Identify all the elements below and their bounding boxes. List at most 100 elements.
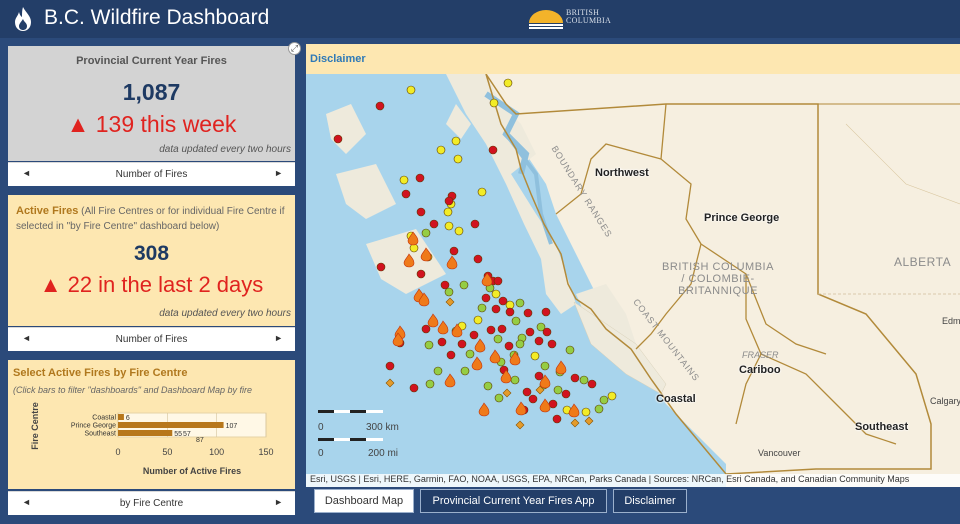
next-arrow-icon[interactable]: ► <box>274 333 283 343</box>
fire-marker[interactable] <box>511 316 521 326</box>
fire-marker[interactable] <box>470 219 480 229</box>
fire-marker[interactable] <box>409 383 419 393</box>
label-coastal: Coastal <box>656 393 696 405</box>
fire-marker[interactable] <box>415 173 425 183</box>
fire-marker[interactable] <box>542 327 552 337</box>
disclaimer-link[interactable]: Disclaimer <box>310 53 366 65</box>
fire-marker[interactable] <box>599 395 609 405</box>
fire-marker[interactable] <box>477 303 487 313</box>
fire-marker[interactable] <box>486 325 496 335</box>
fire-marker[interactable] <box>530 351 540 361</box>
fire-marker[interactable] <box>457 339 467 349</box>
fire-marker[interactable] <box>528 394 538 404</box>
fire-marker[interactable] <box>460 366 470 376</box>
fire-marker[interactable] <box>424 340 434 350</box>
fire-marker[interactable] <box>399 175 409 185</box>
fire-marker[interactable] <box>565 345 575 355</box>
fire-marker[interactable] <box>504 341 514 351</box>
map-header-bar: Disclaimer <box>306 44 960 74</box>
fire-marker[interactable] <box>503 78 513 88</box>
fire-marker[interactable] <box>515 339 525 349</box>
fire-marker[interactable] <box>607 391 617 401</box>
fire-marker[interactable] <box>547 339 557 349</box>
fire-marker[interactable] <box>561 389 571 399</box>
fire-marker[interactable] <box>493 276 503 286</box>
fire-marker[interactable] <box>449 246 459 256</box>
fire-marker[interactable] <box>515 298 525 308</box>
next-arrow-icon[interactable]: ► <box>274 168 283 178</box>
fire-marker[interactable] <box>494 393 504 403</box>
fire-marker[interactable] <box>579 375 589 385</box>
fire-marker[interactable] <box>488 145 498 155</box>
fire-marker[interactable] <box>548 399 558 409</box>
fire-marker[interactable] <box>425 379 435 389</box>
fire-marker[interactable] <box>477 187 487 197</box>
fire-marker[interactable] <box>587 379 597 389</box>
fire-marker[interactable] <box>540 361 550 371</box>
map-attribution[interactable]: Esri, USGS | Esri, HERE, Garmin, FAO, NO… <box>306 474 960 487</box>
fire-marker[interactable] <box>541 307 551 317</box>
fire-marker[interactable] <box>594 404 604 414</box>
fire-marker[interactable] <box>443 207 453 217</box>
fire-marker[interactable] <box>376 262 386 272</box>
fire-marker[interactable] <box>444 221 454 231</box>
fire-marker[interactable] <box>451 136 461 146</box>
fire-marker[interactable] <box>375 101 385 111</box>
fire-marker[interactable] <box>437 337 447 347</box>
fire-marker[interactable] <box>497 324 507 334</box>
fire-marker[interactable] <box>469 330 479 340</box>
fire-marker[interactable] <box>581 407 591 417</box>
fire-marker[interactable] <box>440 280 450 290</box>
fire-marker[interactable] <box>552 414 562 424</box>
fire-marker[interactable] <box>444 287 454 297</box>
provincial-fires-body: Provincial Current Year Fires 1,087 ▲ 13… <box>8 46 295 161</box>
fire-marker[interactable] <box>493 334 503 344</box>
fire-marker[interactable] <box>489 98 499 108</box>
fire-marker[interactable] <box>444 196 454 206</box>
fire-marker[interactable] <box>459 280 469 290</box>
fire-marker[interactable] <box>421 324 431 334</box>
fire-marker[interactable] <box>453 154 463 164</box>
fire-marker[interactable] <box>473 315 483 325</box>
fire-marker[interactable] <box>406 85 416 95</box>
tab-dashboard-map[interactable]: Dashboard Map <box>314 489 414 513</box>
active-fires-delta: ▲ 22 in the last 2 days <box>39 272 264 297</box>
fire-marker[interactable] <box>421 228 431 238</box>
fire-marker[interactable] <box>505 307 515 317</box>
expand-icon[interactable]: ⤢ <box>288 42 301 55</box>
fire-marker[interactable] <box>416 269 426 279</box>
fire-marker[interactable] <box>570 373 580 383</box>
fire-marker[interactable] <box>473 254 483 264</box>
fire-marker[interactable] <box>534 336 544 346</box>
fire-marker[interactable] <box>491 304 501 314</box>
fire-marker[interactable] <box>522 387 532 397</box>
next-arrow-icon[interactable]: ► <box>274 497 283 507</box>
scale-mi-label: 200 mi <box>368 448 399 459</box>
fire-marker[interactable] <box>498 296 508 306</box>
fire-marker[interactable] <box>491 289 501 299</box>
fire-marker[interactable] <box>523 308 533 318</box>
label-southeast: Southeast <box>855 421 909 433</box>
fire-marker[interactable] <box>401 189 411 199</box>
fire-centre-card: Select Active Fires by Fire Centre (Clic… <box>8 360 295 524</box>
fire-marker[interactable] <box>465 349 475 359</box>
fire-marker[interactable] <box>446 350 456 360</box>
fire-marker[interactable] <box>333 134 343 144</box>
dashboard-map[interactable]: Disclaimer Northwest Prince George Carib… <box>306 44 960 487</box>
fire-marker[interactable] <box>553 385 563 395</box>
fire-marker[interactable] <box>429 219 439 229</box>
fire-marker[interactable] <box>534 371 544 381</box>
provincial-fires-count: 1,087 <box>122 79 181 105</box>
fire-marker[interactable] <box>416 207 426 217</box>
fire-marker[interactable] <box>483 381 493 391</box>
fire-marker[interactable] <box>510 375 520 385</box>
fire-marker[interactable] <box>525 327 535 337</box>
tab-provincial-fires-app[interactable]: Provincial Current Year Fires App <box>420 489 607 513</box>
tab-disclaimer[interactable]: Disclaimer <box>613 489 687 513</box>
fire-marker[interactable] <box>385 361 395 371</box>
flame-icon <box>15 7 31 31</box>
fire-marker[interactable] <box>433 366 443 376</box>
fire-marker[interactable] <box>454 226 464 236</box>
fire-marker[interactable] <box>481 293 491 303</box>
fire-marker[interactable] <box>436 145 446 155</box>
